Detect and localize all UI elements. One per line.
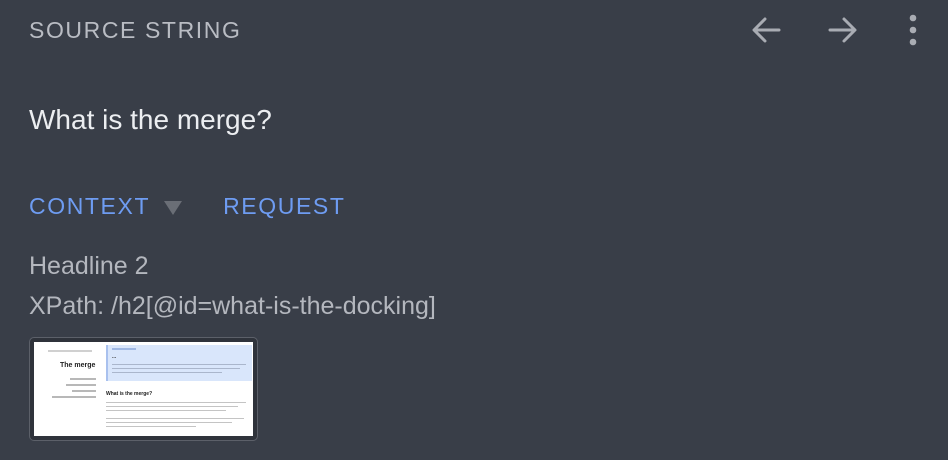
thumbnail-page-title: The merge — [60, 362, 96, 369]
source-string-text: What is the merge? — [29, 104, 272, 135]
thumbnail-section-heading: What is the merge? — [106, 391, 153, 397]
thumbnail-sidebar: The merge — [38, 346, 100, 436]
more-options-button[interactable] — [898, 8, 928, 52]
thumbnail-hero-title: ... — [112, 354, 117, 360]
arrow-left-icon — [749, 13, 783, 47]
arrow-right-icon — [826, 13, 860, 47]
source-string-panel: SOURCE STRING What is the merge? CONTEXT… — [0, 0, 948, 460]
tab-context-label: CONTEXT — [29, 193, 151, 219]
element-type: Headline 2 — [29, 252, 149, 280]
tab-request[interactable]: REQUEST — [223, 193, 345, 220]
more-vertical-icon — [907, 13, 919, 47]
thumbnail-hero: ... — [106, 345, 252, 381]
previous-button[interactable] — [744, 8, 788, 52]
section-label: SOURCE STRING — [29, 17, 242, 43]
context-screenshot-thumbnail[interactable]: The merge ... What is the merge? — [29, 337, 258, 441]
thumbnail-page: The merge ... What is the merge? — [34, 342, 253, 436]
caret-down-icon[interactable] — [164, 200, 183, 215]
tab-context[interactable]: CONTEXT — [29, 193, 183, 220]
toolbar — [711, 8, 928, 52]
context-details: Headline 2 XPath: /h2[@id=what-is-the-do… — [29, 246, 436, 326]
next-button[interactable] — [821, 8, 865, 52]
tab-bar: CONTEXT REQUEST — [29, 193, 345, 220]
xpath: XPath: /h2[@id=what-is-the-docking] — [29, 292, 436, 320]
